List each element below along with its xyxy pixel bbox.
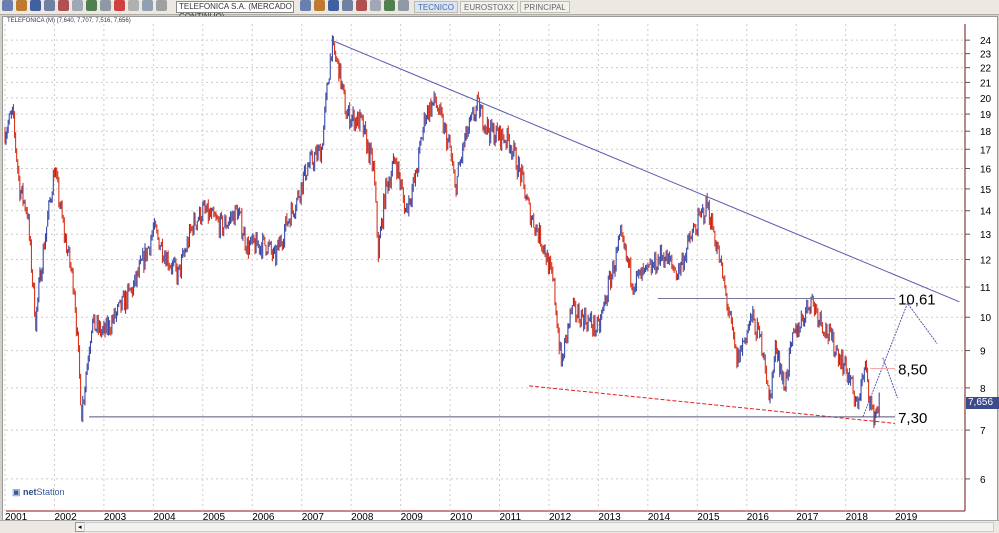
y-tick-label: 10 <box>980 313 992 324</box>
y-tick-label: 14 <box>980 207 992 218</box>
y-tick-label: 6 <box>980 475 986 486</box>
trendline-projection-short <box>882 357 899 399</box>
y-tick-label: 19 <box>980 110 992 121</box>
y-tick-label: 22 <box>980 64 992 75</box>
bottom-toolbar: ◂ <box>0 520 999 533</box>
trendline-support-red <box>529 385 896 424</box>
horizontal-scrollbar[interactable] <box>84 522 994 532</box>
y-tick-label: 17 <box>980 145 992 156</box>
price-chart[interactable]: 67891011121314151617181920212223242001 20… <box>0 0 999 533</box>
y-tick-label: 7 <box>980 426 986 437</box>
logo-icon: ▣ <box>12 487 24 497</box>
netstation-logo: ▣ netStation <box>12 487 65 498</box>
y-tick-label: 16 <box>980 164 992 175</box>
y-tick-label: 12 <box>980 256 992 267</box>
trendline-projection <box>862 302 938 418</box>
y-tick-label: 9 <box>980 347 986 358</box>
y-tick-label: 24 <box>980 36 992 47</box>
y-tick-label: 15 <box>980 185 992 196</box>
level-label: 10,61 <box>898 291 936 308</box>
plot-area <box>5 23 966 512</box>
level-label: 7,30 <box>898 410 927 427</box>
logo-suffix: Station <box>36 487 65 497</box>
y-tick-label: 11 <box>980 283 991 294</box>
logo-prefix: net <box>23 487 37 497</box>
level-label: 8,50 <box>898 362 927 379</box>
y-tick-label: 20 <box>980 94 992 105</box>
y-tick-label: 8 <box>980 384 986 395</box>
last-price-label: 7,656 <box>966 397 999 409</box>
y-tick-label: 23 <box>980 50 992 61</box>
y-tick-label: 18 <box>980 127 992 138</box>
trendline-resistance <box>331 39 960 303</box>
y-tick-label: 13 <box>980 230 992 241</box>
y-tick-label: 21 <box>980 78 992 89</box>
